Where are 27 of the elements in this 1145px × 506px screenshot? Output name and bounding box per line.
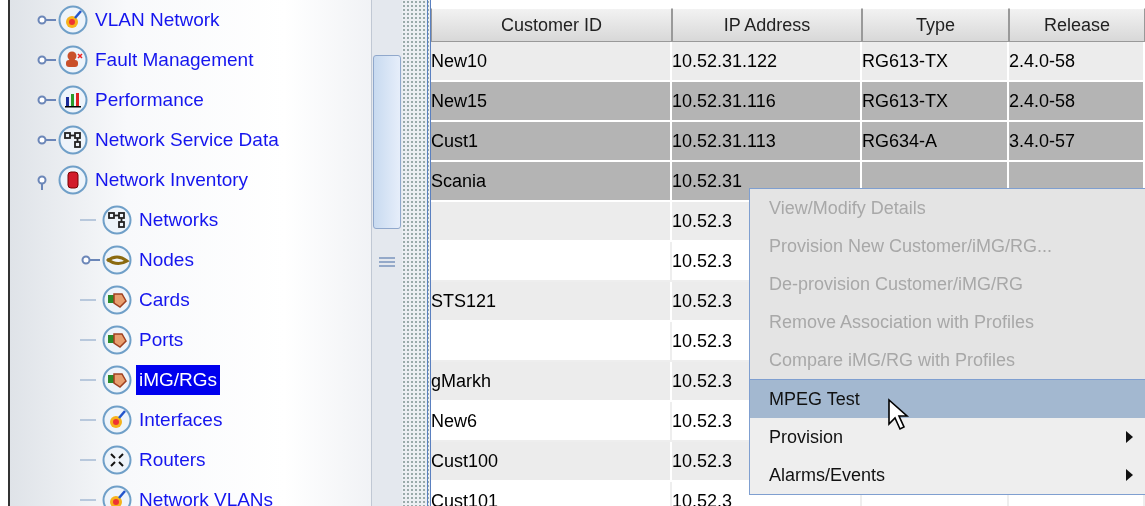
table-cell: 10.52.31 (672, 170, 743, 192)
table-cell: 10.52.3 (672, 330, 733, 352)
table-cell: STS121 (431, 290, 497, 312)
table-cell: 10.52.3 (672, 250, 733, 272)
table-cell: New15 (431, 90, 488, 112)
table-cell: gMarkh (431, 370, 492, 392)
table-cell: 10.52.31.122 (672, 50, 778, 72)
table-cell: RG613-TX (862, 90, 949, 112)
table-cell: 10.52.3 (672, 210, 733, 232)
table-cell: 3.4.0-57 (1009, 130, 1076, 152)
table-cell: 2.4.0-58 (1009, 90, 1076, 112)
table-cell: 10.52.3 (672, 450, 733, 472)
table-cell: 10.52.3 (672, 290, 733, 312)
table-cell: Cust1 (431, 130, 479, 152)
table-cell: 10.52.31.116 (672, 90, 776, 112)
table-cell: 10.52.3 (672, 490, 733, 506)
table-cell: 10.52.3 (672, 370, 733, 392)
table-cell: 10.52.3 (672, 410, 733, 432)
table-cell: Cust100 (431, 450, 499, 472)
table-cell: New6 (431, 410, 478, 432)
table-cell: RG613-TX (862, 50, 949, 72)
table-cell: Scania (431, 170, 487, 192)
table-cell: New10 (431, 50, 488, 72)
table-cell: 2.4.0-58 (1009, 50, 1076, 72)
table-cell: Cust101 (431, 490, 499, 506)
table-cell: RG634-A (862, 130, 938, 152)
table-cell: 10.52.31.113 (672, 130, 776, 152)
